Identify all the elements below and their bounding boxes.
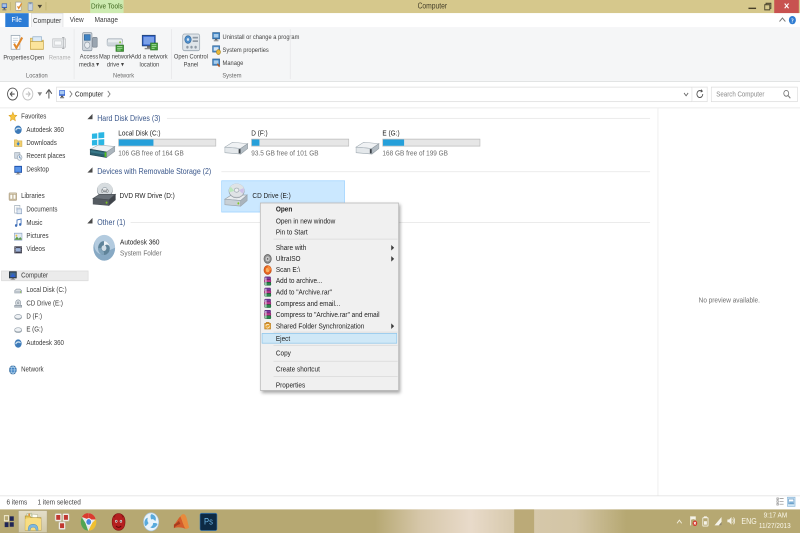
- svg-text:DVD: DVD: [101, 189, 109, 193]
- svg-text:?: ?: [791, 18, 794, 24]
